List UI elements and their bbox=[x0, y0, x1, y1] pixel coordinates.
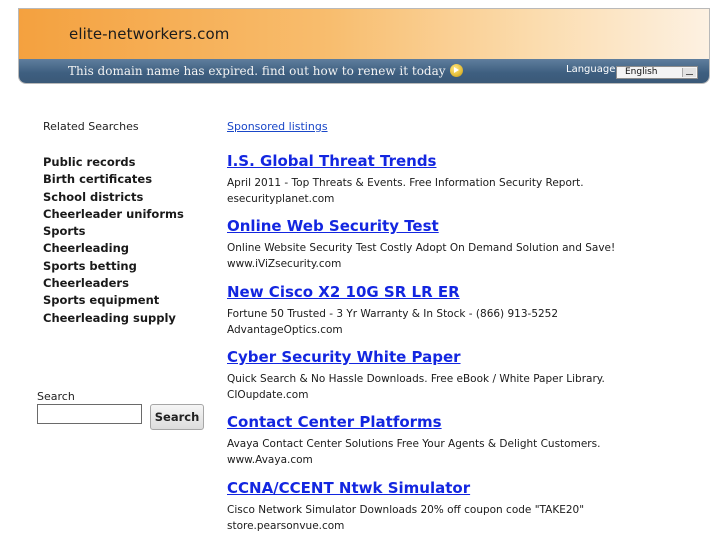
listing-url[interactable]: www.iViZsecurity.com bbox=[227, 256, 647, 272]
related-searches-list: Public records Birth certificates School… bbox=[43, 154, 184, 327]
search-input[interactable] bbox=[37, 404, 142, 424]
listing: Cyber Security White Paper Quick Search … bbox=[227, 348, 647, 403]
listing-description: Fortune 50 Trusted - 3 Yr Warranty & In … bbox=[227, 308, 559, 320]
listing-title-link[interactable]: Cyber Security White Paper bbox=[227, 348, 647, 366]
related-search-item[interactable]: Cheerleader uniforms bbox=[43, 206, 184, 223]
listing-url[interactable]: CIOupdate.com bbox=[227, 387, 647, 403]
listing-description: Quick Search & No Hassle Downloads. Free… bbox=[227, 373, 605, 385]
listing-url[interactable]: AdvantageOptics.com bbox=[227, 322, 647, 338]
listing-url[interactable]: www.Avaya.com bbox=[227, 452, 647, 468]
related-search-item[interactable]: Birth certificates bbox=[43, 171, 184, 188]
listing-description: Online Website Security Test Costly Adop… bbox=[227, 242, 616, 254]
related-search-item[interactable]: Cheerleading bbox=[43, 240, 184, 257]
related-search-item[interactable]: School districts bbox=[43, 189, 184, 206]
related-searches-title: Related Searches bbox=[43, 120, 139, 133]
related-search-item[interactable]: Sports betting bbox=[43, 258, 184, 275]
search-label: Search bbox=[37, 390, 75, 403]
listing-title-link[interactable]: Online Web Security Test bbox=[227, 217, 647, 235]
listing-description: Cisco Network Simulator Downloads 20% of… bbox=[227, 504, 585, 516]
listing: Contact Center Platforms Avaya Contact C… bbox=[227, 413, 647, 468]
listing-description: April 2011 - Top Threats & Events. Free … bbox=[227, 177, 584, 189]
listing-title-link[interactable]: CCNA/CCENT Ntwk Simulator bbox=[227, 479, 647, 497]
listing-url[interactable]: esecurityplanet.com bbox=[227, 191, 647, 207]
play-circle-icon[interactable] bbox=[449, 64, 463, 77]
listing: Online Web Security Test Online Website … bbox=[227, 217, 647, 272]
listing-url[interactable]: store.pearsonvue.com bbox=[227, 518, 647, 534]
listing: New Cisco X2 10G SR LR ER Fortune 50 Tru… bbox=[227, 283, 647, 338]
listing-title-link[interactable]: Contact Center Platforms bbox=[227, 413, 647, 431]
expired-message[interactable]: This domain name has expired. find out h… bbox=[68, 64, 446, 78]
related-search-item[interactable]: Sports bbox=[43, 223, 184, 240]
related-search-item[interactable]: Sports equipment bbox=[43, 292, 184, 309]
listing: CCNA/CCENT Ntwk Simulator Cisco Network … bbox=[227, 479, 647, 534]
header-banner: elite-networkers.com bbox=[19, 9, 709, 60]
language-selected: English bbox=[625, 67, 658, 77]
site-title: elite-networkers.com bbox=[69, 25, 230, 43]
related-search-item[interactable]: Cheerleaders bbox=[43, 275, 184, 292]
related-search-item[interactable]: Public records bbox=[43, 154, 184, 171]
chevron-down-icon[interactable] bbox=[682, 68, 696, 77]
listing-title-link[interactable]: I.S. Global Threat Trends bbox=[227, 152, 647, 170]
search-button[interactable]: Search bbox=[150, 404, 204, 430]
listing-description: Avaya Contact Center Solutions Free Your… bbox=[227, 438, 601, 450]
expired-notice-bar: This domain name has expired. find out h… bbox=[19, 59, 709, 83]
expired-notice[interactable]: This domain name has expired. find out h… bbox=[68, 64, 463, 78]
language-label: Language: bbox=[566, 64, 619, 75]
listing: I.S. Global Threat Trends April 2011 - T… bbox=[227, 152, 647, 207]
language-select[interactable]: English bbox=[616, 66, 698, 79]
sponsored-listings-link[interactable]: Sponsored listings bbox=[227, 120, 328, 133]
listing-title-link[interactable]: New Cisco X2 10G SR LR ER bbox=[227, 283, 647, 301]
header: elite-networkers.com This domain name ha… bbox=[18, 8, 710, 84]
related-search-item[interactable]: Cheerleading supply bbox=[43, 310, 184, 327]
